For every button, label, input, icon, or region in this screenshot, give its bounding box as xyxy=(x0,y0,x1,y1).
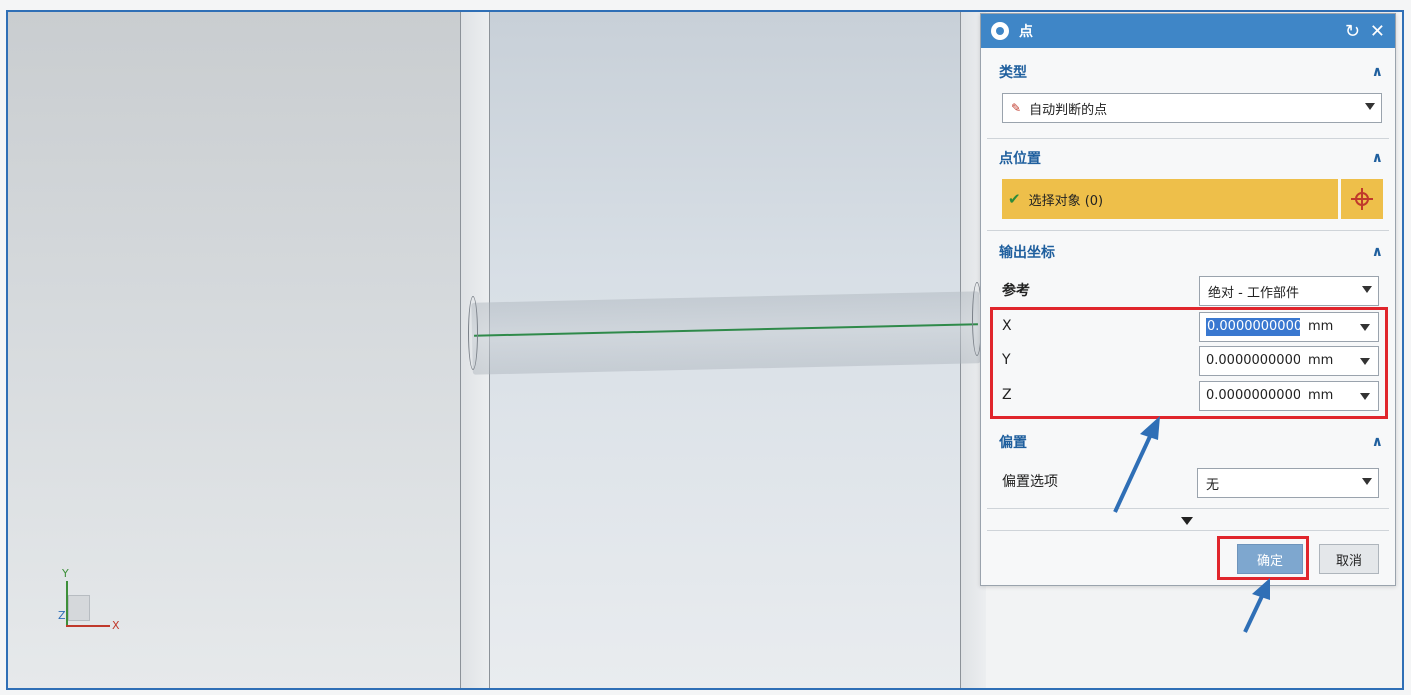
offset-option-label: 偏置选项 xyxy=(1002,474,1058,490)
chevron-down-icon[interactable] xyxy=(1360,393,1370,400)
z-unit: mm xyxy=(1308,388,1334,403)
pipe-end-left xyxy=(468,296,478,370)
close-icon[interactable]: ✕ xyxy=(1370,21,1385,42)
chevron-down-icon xyxy=(1362,478,1372,485)
x-coordinate-field[interactable]: 0.0000000000 mm xyxy=(1199,312,1379,342)
triad-cube xyxy=(68,595,90,621)
type-dropdown[interactable]: ✎ 自动判断的点 xyxy=(1002,93,1382,123)
x-value[interactable]: 0.0000000000 xyxy=(1206,318,1300,336)
checkmark-icon: ✔ xyxy=(1008,190,1021,208)
chevron-down-icon xyxy=(1365,103,1375,110)
section-offset-label: 偏置 xyxy=(999,435,1027,451)
point-dialog-button[interactable] xyxy=(1341,179,1383,219)
y-axis-line xyxy=(66,581,68,627)
section-point-location-header[interactable]: 点位置 ∧ xyxy=(999,146,1383,170)
chevron-down-icon[interactable] xyxy=(1360,324,1370,331)
dialog-title-bar: 点 ↻ ✕ xyxy=(981,14,1395,48)
y-label: Y xyxy=(1002,352,1011,368)
divider xyxy=(987,138,1389,139)
section-point-location-label: 点位置 xyxy=(999,151,1041,167)
expand-more-icon[interactable] xyxy=(1181,517,1193,525)
select-object-label: 选择对象 (0) xyxy=(1028,193,1104,209)
divider xyxy=(987,230,1389,231)
reference-label: 参考 xyxy=(1002,283,1030,299)
collapse-icon[interactable]: ∧ xyxy=(1372,64,1383,80)
x-unit: mm xyxy=(1308,319,1334,334)
collapse-icon[interactable]: ∧ xyxy=(1372,434,1383,450)
collapse-icon[interactable]: ∧ xyxy=(1372,150,1383,166)
axis-triad: Y Z X xyxy=(58,567,128,637)
section-output-coords-label: 输出坐标 xyxy=(999,245,1055,261)
z-axis-label: Z xyxy=(58,609,66,622)
reset-icon[interactable]: ↻ xyxy=(1345,21,1360,42)
offset-option-value: 无 xyxy=(1206,477,1220,493)
type-dropdown-value: 自动判断的点 xyxy=(1029,102,1108,118)
section-type-header[interactable]: 类型 ∧ xyxy=(999,60,1383,84)
x-axis-line xyxy=(66,625,110,627)
point-dialog: 点 ↻ ✕ 类型 ∧ ✎ 自动判断的点 点位置 ∧ ✔ 选择对象 (0) 输出坐… xyxy=(980,13,1396,586)
gear-icon[interactable] xyxy=(991,22,1009,40)
chevron-down-icon[interactable] xyxy=(1360,358,1370,365)
divider xyxy=(987,530,1389,531)
inferred-point-icon: ✎ xyxy=(1011,101,1022,115)
section-offset-header[interactable]: 偏置 ∧ xyxy=(999,430,1383,454)
z-value[interactable]: 0.0000000000 xyxy=(1206,388,1300,403)
ok-button[interactable]: 确定 xyxy=(1237,544,1303,574)
y-coordinate-field[interactable]: 0.0000000000 mm xyxy=(1199,346,1379,376)
y-axis-label: Y xyxy=(62,567,69,580)
reference-value: 绝对 - 工作部件 xyxy=(1208,285,1299,301)
z-label: Z xyxy=(1002,387,1012,403)
offset-option-dropdown[interactable]: 无 xyxy=(1197,468,1379,498)
reference-dropdown[interactable]: 绝对 - 工作部件 xyxy=(1199,276,1379,306)
section-type-label: 类型 xyxy=(999,65,1027,81)
y-value[interactable]: 0.0000000000 xyxy=(1206,353,1300,368)
x-axis-label: X xyxy=(112,619,120,632)
divider xyxy=(987,508,1389,509)
y-unit: mm xyxy=(1308,353,1334,368)
dialog-title: 点 xyxy=(1019,24,1033,40)
section-output-coords-header[interactable]: 输出坐标 ∧ xyxy=(999,240,1383,264)
chevron-down-icon xyxy=(1362,286,1372,293)
x-label: X xyxy=(1002,318,1012,334)
select-object-button[interactable]: ✔ 选择对象 (0) xyxy=(1002,179,1338,219)
z-coordinate-field[interactable]: 0.0000000000 mm xyxy=(1199,381,1379,411)
cancel-button[interactable]: 取消 xyxy=(1319,544,1379,574)
crosshair-icon xyxy=(1351,188,1373,210)
collapse-icon[interactable]: ∧ xyxy=(1372,244,1383,260)
